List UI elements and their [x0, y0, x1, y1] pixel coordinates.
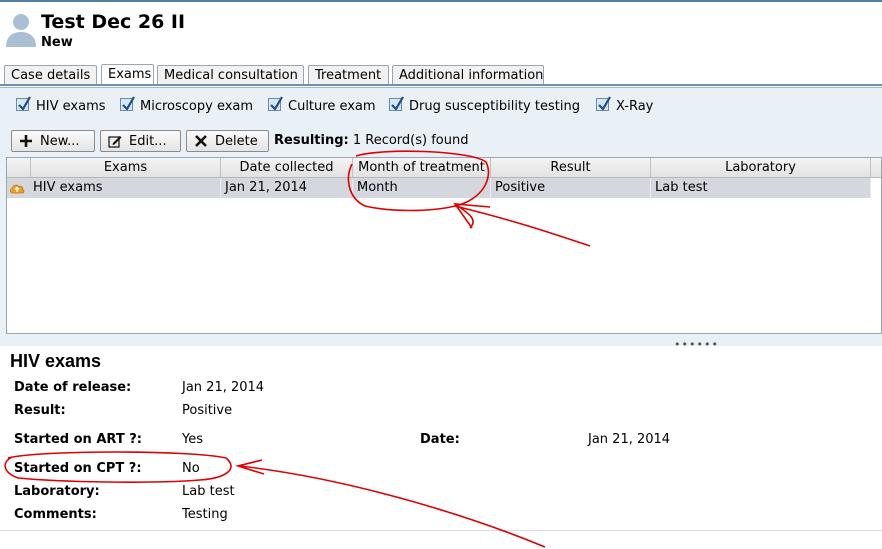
user-avatar-icon [6, 14, 36, 47]
cell-month-of-treatment: Month [353, 178, 491, 198]
edit-button-label: Edit... [129, 134, 167, 149]
cloud-upload-icon [10, 184, 25, 194]
splitter-grip-handle[interactable]: •••••• [674, 338, 719, 351]
tab-additional-information[interactable]: Additional information [392, 65, 544, 84]
edit-pencil-icon [108, 136, 122, 148]
tab-label: Treatment [315, 68, 382, 83]
value-comments: Testing [182, 507, 228, 522]
filter-label: Drug susceptibility testing [409, 99, 580, 114]
checkbox-checked-icon[interactable] [120, 96, 135, 111]
plus-icon [20, 135, 32, 147]
cell-date-collected: Jan 21, 2014 [221, 178, 353, 198]
label-date: Date: [420, 432, 460, 447]
column-header-result[interactable]: Result [491, 158, 651, 177]
label-laboratory: Laboratory: [14, 484, 100, 499]
tab-label: Additional information [399, 68, 544, 83]
tab-treatment[interactable]: Treatment [308, 65, 389, 84]
column-header-exams[interactable]: Exams [31, 158, 221, 177]
delete-button-label: Delete [215, 134, 258, 149]
checkbox-checked-icon[interactable] [389, 96, 404, 111]
tab-exams[interactable]: Exams [101, 64, 154, 86]
case-title: Test Dec 26 II [41, 11, 186, 33]
delete-x-icon [195, 135, 207, 147]
cell-exam: HIV exams [29, 178, 221, 198]
resulting-value: 1 Record(s) found [352, 133, 469, 148]
new-button-label: New... [40, 134, 80, 149]
detail-bottom-border [0, 530, 882, 531]
window-top-border [0, 0, 882, 2]
filter-label: Microscopy exam [140, 99, 254, 114]
new-button[interactable]: New... [11, 130, 95, 152]
label-started-on-art: Started on ART ?: [14, 432, 142, 447]
tab-case-details[interactable]: Case details [4, 65, 97, 84]
filter-label: X-Ray [616, 99, 654, 114]
cell-result: Positive [491, 178, 651, 198]
table-row[interactable]: HIV exams Jan 21, 2014 Month Positive La… [7, 178, 871, 198]
case-status: New [41, 35, 73, 50]
tab-label: Exams [108, 67, 152, 82]
annotation-arrow-started-on-cpt [235, 459, 546, 548]
edit-button[interactable]: Edit... [100, 130, 181, 152]
column-header-laboratory[interactable]: Laboratory [651, 158, 871, 177]
exams-table: Exams Date collected Month of treatment … [6, 157, 882, 334]
value-result: Positive [182, 403, 233, 418]
tab-label: Case details [11, 68, 91, 83]
tab-label: Medical consultation [164, 68, 298, 83]
value-started-on-art: Yes [182, 432, 203, 447]
filter-label: HIV exams [36, 99, 106, 114]
value-date: Jan 21, 2014 [588, 432, 671, 447]
label-result: Result: [14, 403, 66, 418]
checkbox-checked-icon[interactable] [596, 96, 611, 111]
filter-label: Culture exam [288, 99, 376, 114]
resulting-label: Resulting: [274, 133, 349, 148]
label-date-of-release: Date of release: [14, 380, 132, 395]
detail-title: HIV exams [10, 351, 102, 371]
table-header: Exams Date collected Month of treatment … [7, 158, 881, 178]
checkbox-checked-icon[interactable] [268, 96, 283, 111]
value-date-of-release: Jan 21, 2014 [182, 380, 265, 395]
column-header-month-of-treatment[interactable]: Month of treatment [353, 158, 491, 177]
label-started-on-cpt: Started on CPT ?: [14, 461, 142, 476]
column-header-date-collected[interactable]: Date collected [221, 158, 353, 177]
result-count: Resulting: 1 Record(s) found [274, 133, 469, 148]
cell-laboratory: Lab test [651, 178, 871, 198]
delete-button[interactable]: Delete [186, 130, 269, 152]
column-header-icon [7, 158, 31, 177]
tab-medical-consultation[interactable]: Medical consultation [157, 65, 304, 84]
tab-underline [0, 84, 882, 86]
checkbox-checked-icon[interactable] [16, 96, 31, 111]
value-started-on-cpt: No [182, 461, 200, 476]
label-comments: Comments: [14, 507, 97, 522]
value-laboratory: Lab test [182, 484, 235, 499]
